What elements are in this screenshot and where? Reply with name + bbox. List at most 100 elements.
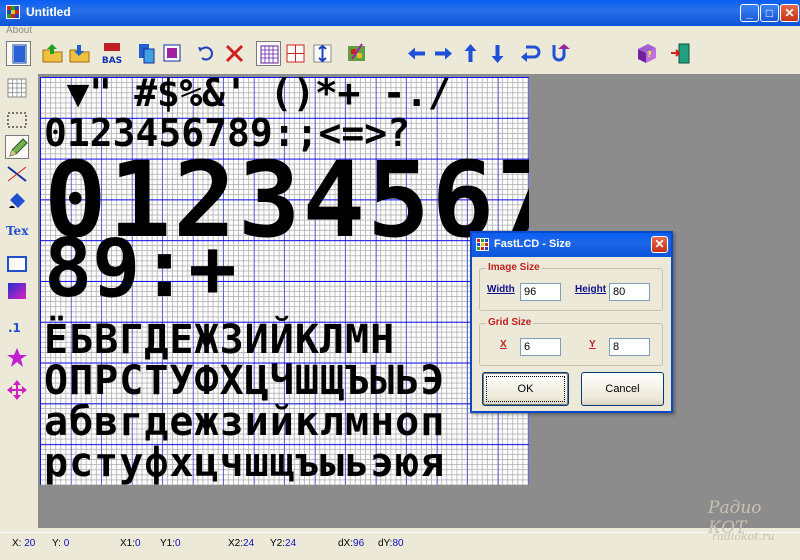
grid-y-label: Y xyxy=(589,339,596,350)
export-image-button[interactable] xyxy=(160,41,185,66)
grid-icon xyxy=(260,45,279,64)
undo-icon xyxy=(198,46,213,61)
watermark-url: radiokot.ru xyxy=(712,530,775,543)
status-x: X: 20 xyxy=(12,538,36,549)
font-glyphs: ▼" #$%&' ()*+ -./ 0123456789:;<=>? 01234… xyxy=(40,77,529,485)
arrow-up-icon xyxy=(464,44,477,62)
shift-up-button[interactable] xyxy=(458,41,483,66)
import-button[interactable] xyxy=(134,41,159,66)
tool-move-button[interactable] xyxy=(5,378,29,402)
open-button[interactable] xyxy=(40,41,65,66)
export-image-icon xyxy=(163,44,181,62)
help-book-icon: ? xyxy=(638,44,656,63)
grid-x-input[interactable] xyxy=(520,338,561,356)
tools-toolbar: Text .1 xyxy=(0,72,34,412)
ok-button[interactable]: OK xyxy=(482,372,569,406)
point-tool-icon: .1 xyxy=(8,321,21,335)
glyph-row-cyrillic-lower-1: абвгдежзийклмноп xyxy=(44,399,446,445)
svg-text:?: ? xyxy=(647,50,652,59)
minimize-button[interactable]: _ xyxy=(740,4,759,22)
help-button[interactable]: ? xyxy=(634,41,659,66)
menu-about[interactable]: About xyxy=(6,25,32,36)
grid-y-input[interactable] xyxy=(609,338,650,356)
palette-icon xyxy=(348,43,365,61)
glyph-row-symbols: ▼" #$%&' ()*+ -./ xyxy=(44,77,451,115)
arrow-down-icon xyxy=(491,45,504,63)
dialog-app-icon xyxy=(476,238,489,251)
clear-x-icon xyxy=(225,44,244,63)
glyph-row-cyrillic-upper-1: ЁБВГДЕЖЗИЙКЛМН xyxy=(44,317,396,363)
shift-right-button[interactable] xyxy=(431,41,456,66)
shift-down-button[interactable] xyxy=(485,41,510,66)
tool-select-button[interactable] xyxy=(5,108,29,132)
pixel-grid-icon xyxy=(7,78,27,98)
status-dy: dY:80 xyxy=(378,538,404,549)
rotate-right-icon xyxy=(552,44,570,62)
glyph-row-digits-large-2: 89:+ xyxy=(44,222,237,315)
main-toolbar: BAS ? xyxy=(0,38,800,70)
shift-left-button[interactable] xyxy=(404,41,429,66)
text-tool-icon: Text xyxy=(6,224,29,238)
glyph-row-cyrillic-lower-2: рстуфхцчшщъыьэюя xyxy=(44,440,446,485)
maximize-button[interactable]: □ xyxy=(760,4,779,22)
arrow-left-icon xyxy=(408,47,425,60)
filled-rectangle-icon xyxy=(8,283,26,299)
status-y: Y: 0 xyxy=(52,538,70,549)
clear-button[interactable] xyxy=(222,41,247,66)
rotate-left-icon xyxy=(521,45,541,62)
dialog-title-bar[interactable]: FastLCD - Size ✕ xyxy=(472,233,671,257)
tool-line-button[interactable] xyxy=(5,162,29,186)
width-input[interactable] xyxy=(520,283,561,301)
new-file-icon xyxy=(12,44,27,64)
bas-export-icon: BAS xyxy=(102,43,122,66)
height-label: Height xyxy=(575,284,607,295)
select-rect-icon xyxy=(7,112,27,128)
height-input[interactable] xyxy=(609,283,650,301)
grid-size-label: Grid Size xyxy=(486,317,534,328)
status-x2: X2:24 xyxy=(228,538,255,549)
bas-label: BAS xyxy=(102,56,122,66)
tool-text-button[interactable]: Text xyxy=(5,218,29,242)
menu-bar: About xyxy=(0,25,800,38)
tool-filled-rectangle-button[interactable] xyxy=(5,279,29,303)
tool-pencil-button[interactable] xyxy=(5,135,29,159)
grid-toggle-button[interactable] xyxy=(256,41,281,66)
major-grid-icon xyxy=(286,44,305,63)
grid-major-button[interactable] xyxy=(283,41,308,66)
text-tool-label: Text xyxy=(6,224,29,238)
tool-grid-button[interactable] xyxy=(5,76,29,100)
exit-door-icon xyxy=(671,43,690,64)
rotate-left-button[interactable] xyxy=(518,41,543,66)
status-y2: Y2:24 xyxy=(270,538,297,549)
glyph-row-cyrillic-upper-2: ОПРСТУФХЦЧШЩЪЫЬЭ xyxy=(44,358,446,404)
import-image-icon xyxy=(139,44,155,64)
window-title: Untitled xyxy=(26,5,71,19)
cancel-button[interactable]: Cancel xyxy=(581,372,664,406)
export-bas-button[interactable]: BAS xyxy=(100,41,125,66)
palette-button[interactable] xyxy=(344,41,369,66)
save-button[interactable] xyxy=(67,41,92,66)
status-dx: dX:96 xyxy=(338,538,365,549)
close-button[interactable]: ✕ xyxy=(780,4,799,22)
tool-fill-button[interactable] xyxy=(5,190,29,214)
rectangle-icon xyxy=(7,256,27,272)
dialog-close-button[interactable]: ✕ xyxy=(651,236,668,253)
undo-button[interactable] xyxy=(194,41,219,66)
tool-rectangle-button[interactable] xyxy=(5,252,29,276)
dialog-title: FastLCD - Size xyxy=(494,238,572,250)
pixel-canvas[interactable]: ▼" #$%&' ()*+ -./ 0123456789:;<=>? 01234… xyxy=(40,77,529,485)
grid-x-label: X xyxy=(500,339,507,350)
resize-icon xyxy=(313,44,332,63)
tool-point-button[interactable]: .1 xyxy=(5,314,29,338)
resize-button[interactable] xyxy=(310,41,335,66)
pencil-icon xyxy=(9,138,28,157)
status-y1: Y1:0 xyxy=(160,538,181,549)
title-bar: Untitled _ □ ✕ xyxy=(0,0,800,26)
new-file-button[interactable] xyxy=(6,41,31,66)
tool-star-button[interactable] xyxy=(5,346,29,370)
status-x1: X1:0 xyxy=(120,538,141,549)
rotate-right-button[interactable] xyxy=(545,41,570,66)
star-icon xyxy=(7,348,27,367)
folder-down-icon xyxy=(69,45,90,63)
exit-button[interactable] xyxy=(668,41,693,66)
